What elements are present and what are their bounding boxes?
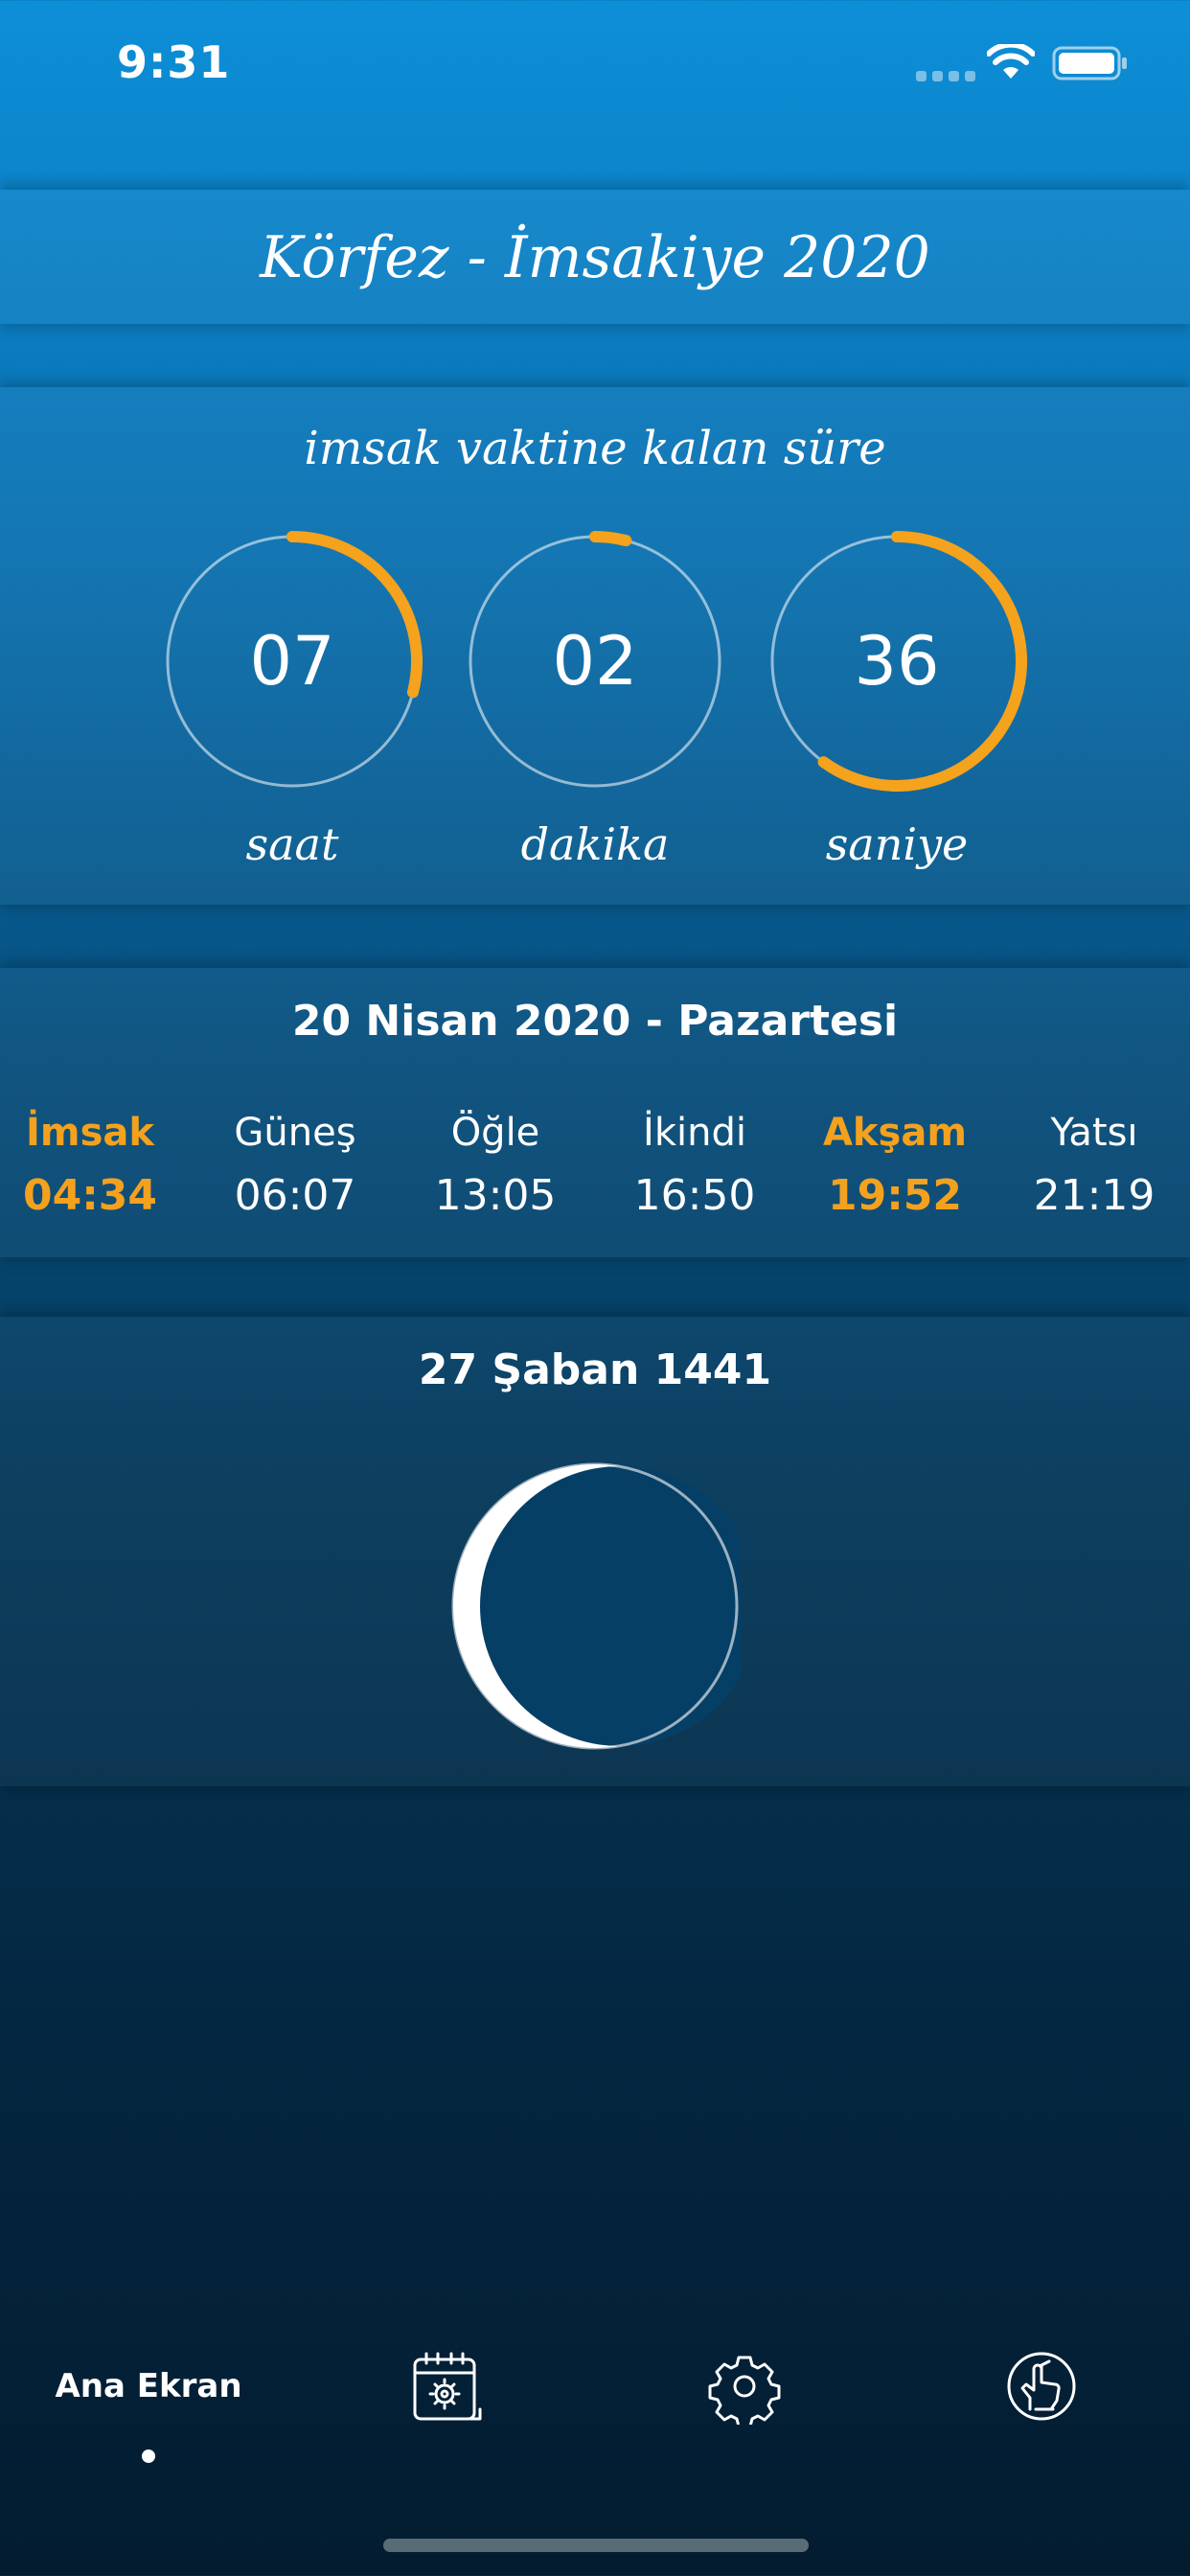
countdown-title: imsak vaktine kalan süre: [304, 422, 886, 475]
tab-home[interactable]: Ana Ekran: [0, 2300, 297, 2492]
minutes-value: 02: [552, 622, 638, 701]
prayer-aksam: Akşam 19:52: [794, 1106, 995, 1225]
prayer-time: 06:07: [234, 1171, 356, 1220]
gregorian-date: 20 Nisan 2020 - Pazartesi: [291, 997, 899, 1046]
active-tab-indicator: [142, 2450, 155, 2463]
hours-label: saat: [245, 818, 339, 870]
prayer-yatsi: Yatsı 21:19: [994, 1106, 1190, 1225]
tab-bar: Ana Ekran: [0, 2300, 1190, 2576]
prayer-name: İkindi: [643, 1111, 746, 1155]
prayer-time: 04:34: [22, 1171, 158, 1220]
prayer-ikindi: İkindi 16:50: [594, 1106, 795, 1225]
hand-prayer-icon: [1007, 2352, 1076, 2421]
prayer-ogle: Öğle 13:05: [395, 1106, 596, 1225]
prayer-name: Güneş: [234, 1111, 356, 1155]
status-time: 9:31: [117, 36, 231, 88]
seconds-value: 36: [854, 622, 940, 701]
prayer-name: Öğle: [450, 1111, 540, 1155]
gear-icon: [708, 2356, 781, 2425]
moon-phase-icon: [451, 1462, 741, 1750]
prayer-time: 13:05: [434, 1171, 557, 1220]
home-indicator: [383, 2539, 809, 2552]
calendar-gear-icon: [413, 2352, 482, 2421]
tab-calendar[interactable]: [299, 2300, 596, 2492]
prayer-imsak: İmsak 04:34: [0, 1106, 191, 1225]
hijri-panel: 27 Şaban 1441: [0, 1317, 1190, 1786]
prayer-name: Yatsı: [1050, 1111, 1138, 1155]
status-bar: 9:31: [0, 0, 1190, 126]
tab-home-label: Ana Ekran: [55, 2367, 242, 2405]
prayer-gunes: Güneş 06:07: [195, 1106, 396, 1225]
minutes-ring: 02: [465, 531, 725, 792]
hours-value: 07: [249, 622, 335, 701]
title-band: Körfez - İmsakiye 2020: [0, 190, 1190, 324]
wifi-icon: [987, 44, 1035, 79]
prayer-times-panel: 20 Nisan 2020 - Pazartesi İmsak 04:34 Gü…: [0, 968, 1190, 1257]
minutes-label: dakika: [520, 818, 670, 870]
seconds-label: saniye: [825, 818, 969, 870]
prayer-name: İmsak: [26, 1111, 154, 1155]
prayer-time: 16:50: [633, 1171, 756, 1220]
app-title: Körfez - İmsakiye 2020: [260, 224, 930, 291]
prayer-time: 21:19: [1033, 1171, 1156, 1220]
seconds-ring: 36: [767, 531, 1027, 792]
cellular-signal-icon: [916, 71, 975, 81]
tab-settings[interactable]: [596, 2300, 893, 2492]
battery-icon: [1052, 46, 1127, 80]
hijri-date: 27 Şaban 1441: [418, 1346, 772, 1394]
prayer-name: Akşam: [822, 1111, 968, 1155]
hours-ring: 07: [162, 531, 423, 792]
countdown-panel: imsak vaktine kalan süre 07 saat 02 daki…: [0, 387, 1190, 905]
tab-prayer[interactable]: [893, 2300, 1190, 2492]
prayer-time: 19:52: [827, 1171, 963, 1220]
